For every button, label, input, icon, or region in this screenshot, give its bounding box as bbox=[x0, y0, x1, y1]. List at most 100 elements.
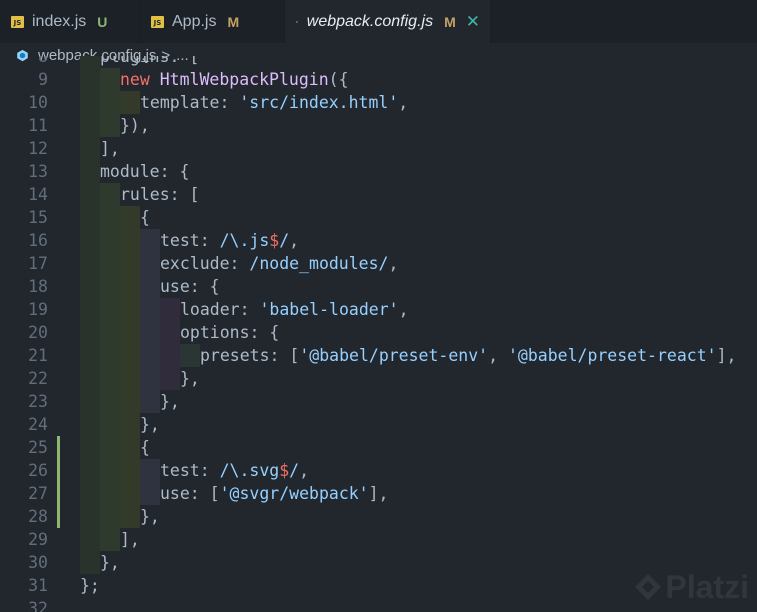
indent-guide bbox=[140, 482, 160, 505]
line-number: 27 bbox=[28, 484, 48, 503]
code-token: / bbox=[289, 461, 300, 480]
indent-guide bbox=[100, 390, 120, 413]
code-line: 24}, bbox=[0, 413, 757, 436]
code-line: 27 use: ['@svgr/webpack'], bbox=[0, 482, 757, 505]
indent-guide bbox=[120, 91, 140, 114]
indent-guide bbox=[100, 206, 120, 229]
git-modified-gutter bbox=[57, 459, 60, 482]
code-token: }, bbox=[140, 415, 160, 434]
tab-git-badge: M bbox=[227, 13, 240, 30]
code-token: '@svgr/webpack' bbox=[219, 484, 369, 503]
code-line: 10 template: 'src/index.html', bbox=[0, 91, 757, 114]
code-line: 25 { bbox=[0, 436, 757, 459]
indent-guide bbox=[100, 91, 120, 114]
code-token: exclude: bbox=[160, 254, 250, 273]
code-token: , bbox=[488, 346, 508, 365]
code-line: 28}, bbox=[0, 505, 757, 528]
code-text: }, bbox=[140, 505, 160, 528]
code-line: 8 plugins: [ bbox=[0, 56, 757, 68]
js-file-icon: JS bbox=[151, 15, 164, 28]
code-line: 20 options: { bbox=[0, 321, 757, 344]
code-editor[interactable]: 8 plugins: [9 new HtmlWebpackPlugin({10 tem… bbox=[0, 56, 757, 612]
line-number: 14 bbox=[28, 185, 48, 204]
code-line: 18 use: { bbox=[0, 275, 757, 298]
indent-guide bbox=[160, 344, 180, 367]
indent-guide bbox=[100, 229, 120, 252]
code-token: }, bbox=[140, 507, 160, 526]
indent-guide bbox=[120, 413, 140, 436]
code-text: { bbox=[140, 436, 150, 459]
code-text: test: /\.svg$/, bbox=[160, 459, 309, 482]
indent-guide bbox=[80, 68, 100, 91]
js-file-icon: JS bbox=[11, 15, 24, 28]
tab-bar: JS index.js U JS App.js Mwebpack.config.js M ✕ bbox=[0, 0, 757, 43]
line-number: 31 bbox=[28, 576, 48, 595]
code-line: 29], bbox=[0, 528, 757, 551]
code-token: 'src/index.html' bbox=[239, 93, 399, 112]
indent-guide bbox=[100, 367, 120, 390]
code-token: template: bbox=[140, 93, 240, 112]
code-token: / bbox=[279, 231, 290, 250]
code-token: plugins: [ bbox=[100, 56, 200, 66]
indent-guide bbox=[100, 321, 120, 344]
line-number: 22 bbox=[28, 369, 48, 388]
tab-app-js[interactable]: JS App.js M bbox=[140, 0, 285, 43]
line-number: 25 bbox=[28, 438, 48, 457]
line-number: 8 bbox=[38, 56, 48, 66]
code-token: test: bbox=[160, 231, 220, 250]
git-modified-gutter bbox=[57, 505, 60, 528]
tab-git-badge: M bbox=[444, 13, 456, 30]
code-line: 12], bbox=[0, 137, 757, 160]
line-number: 29 bbox=[28, 530, 48, 549]
code-line: 26 test: /\.svg$/, bbox=[0, 459, 757, 482]
line-number: 9 bbox=[38, 70, 48, 89]
indent-guide bbox=[140, 459, 160, 482]
code-token: use: { bbox=[160, 277, 220, 296]
indent-guide bbox=[120, 344, 140, 367]
indent-guide bbox=[80, 298, 100, 321]
indent-guide bbox=[80, 551, 100, 574]
indent-guide bbox=[100, 275, 120, 298]
code-token: rules: [ bbox=[120, 185, 200, 204]
indent-guide bbox=[100, 183, 120, 206]
indent-guide bbox=[120, 321, 140, 344]
indent-guide bbox=[140, 229, 160, 252]
indent-guide bbox=[80, 206, 100, 229]
indent-guide bbox=[80, 114, 100, 137]
indent-guide bbox=[80, 413, 100, 436]
indent-guide bbox=[80, 436, 100, 459]
indent-guide bbox=[80, 344, 100, 367]
code-text: presets: ['@babel/preset-env', '@babel/p… bbox=[200, 344, 736, 367]
close-icon[interactable]: ✕ bbox=[466, 13, 480, 30]
line-number: 20 bbox=[28, 323, 48, 342]
code-text: rules: [ bbox=[120, 183, 199, 206]
indent-guide bbox=[120, 482, 140, 505]
line-number: 21 bbox=[28, 346, 48, 365]
indent-guide bbox=[140, 390, 160, 413]
indent-guide bbox=[140, 298, 160, 321]
code-text: template: 'src/index.html', bbox=[140, 91, 408, 114]
tab-webpack-config-js[interactable]: webpack.config.js M ✕ bbox=[285, 0, 491, 43]
code-token: }, bbox=[180, 369, 200, 388]
indent-guide bbox=[100, 114, 120, 137]
platzi-watermark: Platzi bbox=[631, 569, 749, 606]
tab-index-js[interactable]: JS index.js U bbox=[0, 0, 140, 43]
code-token: ], bbox=[100, 139, 120, 158]
code-text: use: ['@svgr/webpack'], bbox=[160, 482, 389, 505]
indent-guide bbox=[100, 528, 120, 551]
code-token: /\.js bbox=[219, 231, 270, 250]
platzi-logo-icon bbox=[635, 573, 662, 600]
code-text: use: { bbox=[160, 275, 220, 298]
indent-guide bbox=[100, 505, 120, 528]
code-token: 'babel-loader' bbox=[259, 300, 399, 319]
indent-guide bbox=[80, 367, 100, 390]
webpack-icon bbox=[296, 20, 298, 23]
indent-guide bbox=[120, 298, 140, 321]
tab-label: App.js bbox=[172, 12, 217, 30]
indent-guide bbox=[80, 137, 100, 160]
indent-guide bbox=[100, 68, 120, 91]
git-modified-gutter bbox=[57, 482, 60, 505]
code-text: }), bbox=[120, 114, 150, 137]
code-text: exclude: /node_modules/, bbox=[160, 252, 398, 275]
indent-guide bbox=[100, 252, 120, 275]
